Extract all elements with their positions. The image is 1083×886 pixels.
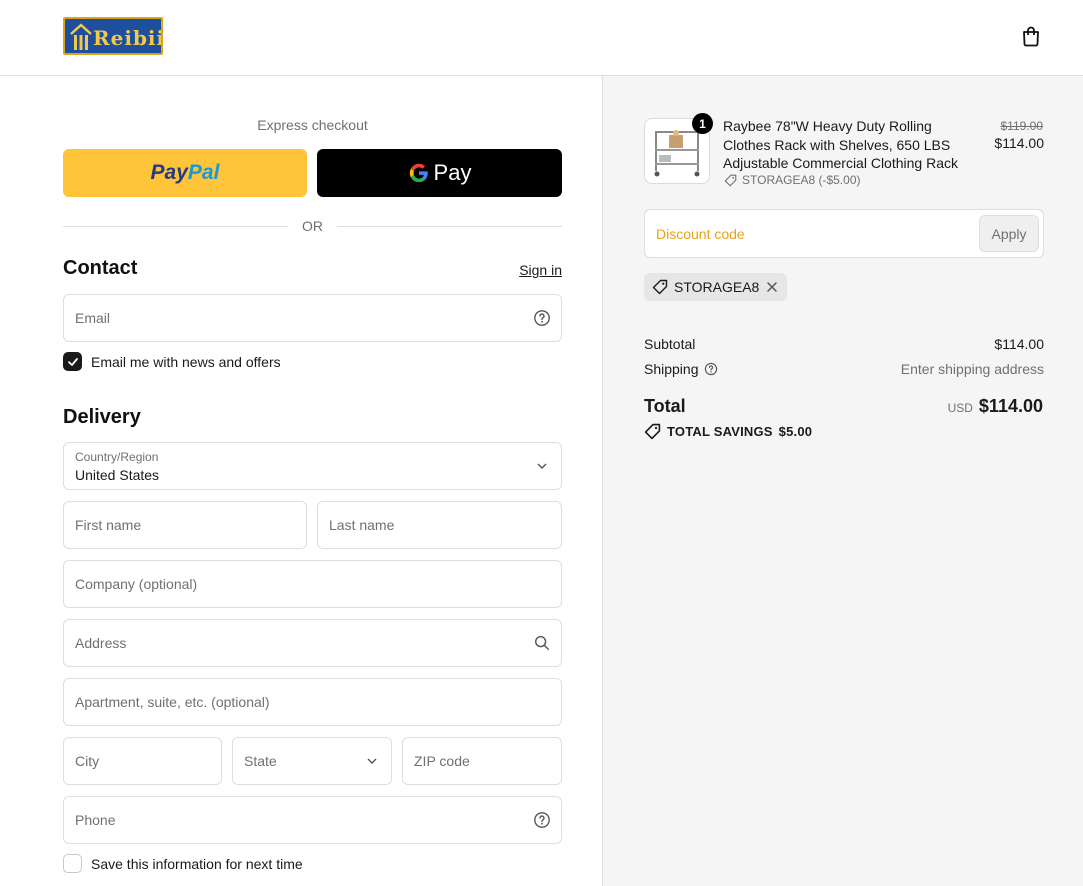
tag-icon: [652, 279, 668, 295]
first-name-input[interactable]: [64, 502, 306, 548]
total-amount: $114.00: [978, 396, 1043, 416]
applied-code-text: STORAGEA8: [674, 279, 760, 295]
paypal-button[interactable]: Pay Pal: [63, 149, 307, 197]
shipping-row: Shipping Enter shipping address: [644, 361, 1044, 377]
help-circle-icon[interactable]: [533, 811, 551, 829]
help-circle-icon[interactable]: [704, 362, 718, 376]
shipping-label: Shipping: [644, 361, 699, 377]
email-input[interactable]: [64, 295, 561, 341]
paypal-text-part1: Pay: [150, 161, 188, 184]
contact-heading: Contact: [63, 257, 138, 279]
sign-in-link[interactable]: Sign in: [500, 262, 562, 278]
cart-button[interactable]: [1019, 24, 1043, 48]
currency-code: USD: [947, 401, 973, 415]
state-label: State: [244, 753, 277, 769]
chevron-down-icon: [537, 463, 547, 469]
product-discount: STORAGEA8 (-$5.00): [724, 173, 861, 187]
phone-field[interactable]: [63, 796, 562, 844]
tag-icon: [724, 174, 737, 186]
product-discount-text: STORAGEA8 (-$5.00): [742, 173, 861, 187]
divider-line: [337, 226, 562, 227]
checkout-form: Express checkout Pay Pal Pay OR Contact S…: [0, 76, 602, 886]
last-name-field[interactable]: [317, 501, 562, 549]
address-input[interactable]: [64, 620, 561, 666]
apartment-input[interactable]: [64, 679, 561, 725]
first-name-field[interactable]: [63, 501, 307, 549]
address-field[interactable]: [63, 619, 562, 667]
or-divider: OR: [63, 218, 562, 234]
apartment-field[interactable]: [63, 678, 562, 726]
city-input[interactable]: [64, 738, 221, 784]
applied-code-chip: STORAGEA8: [644, 273, 788, 301]
chevron-down-icon: [367, 758, 377, 764]
zip-code-field[interactable]: [402, 737, 562, 785]
help-circle-icon[interactable]: [533, 309, 551, 327]
country-value: United States: [75, 467, 160, 483]
house-logo-icon: [70, 23, 92, 50]
express-checkout-label: Express checkout: [257, 117, 368, 133]
savings-value: $5.00: [778, 424, 813, 439]
delivery-heading: Delivery: [63, 406, 141, 428]
google-pay-button[interactable]: Pay: [317, 149, 562, 197]
savings-label: TOTAL SAVINGS: [667, 424, 773, 439]
company-input[interactable]: [64, 561, 561, 607]
close-icon[interactable]: [765, 280, 779, 294]
save-info-label: Save this information for next time: [91, 855, 303, 872]
header: Reibii: [0, 0, 1083, 76]
paypal-text-part2: Pal: [187, 161, 220, 184]
newsletter-checkbox-row[interactable]: Email me with news and offers: [63, 352, 281, 371]
newsletter-checkbox[interactable]: [63, 352, 82, 371]
zip-code-input[interactable]: [403, 738, 561, 784]
product-title: Raybee 78"W Heavy Duty Rolling Clothes R…: [723, 118, 958, 171]
subtotal-value: $114.00: [994, 336, 1044, 352]
total-label: Total: [644, 396, 686, 416]
subtotal-label: Subtotal: [644, 336, 696, 352]
order-summary: 1 Raybee 78"W Heavy Duty Rolling Clothes…: [602, 76, 1083, 886]
shipping-value: Enter shipping address: [900, 361, 1044, 377]
discount-code-field[interactable]: Apply: [644, 209, 1044, 258]
phone-input[interactable]: [64, 797, 561, 843]
newsletter-label: Email me with news and offers: [91, 353, 281, 370]
apply-button[interactable]: Apply: [979, 215, 1039, 252]
shopping-bag-icon: [1023, 26, 1039, 47]
search-icon: [534, 635, 550, 651]
total-savings: TOTAL SAVINGS $5.00: [644, 423, 812, 440]
original-price: $119.00: [1000, 119, 1044, 133]
google-pay-label: Pay: [433, 160, 472, 185]
quantity-badge: 1: [692, 113, 713, 134]
subtotal-row: Subtotal $114.00: [644, 336, 1044, 352]
country-label: Country/Region: [75, 450, 159, 464]
city-field[interactable]: [63, 737, 222, 785]
country-select[interactable]: Country/Region United States: [63, 442, 562, 490]
state-select[interactable]: State: [232, 737, 392, 785]
company-field[interactable]: [63, 560, 562, 608]
tag-icon: [644, 423, 661, 440]
last-name-input[interactable]: [318, 502, 561, 548]
email-field[interactable]: [63, 294, 562, 342]
save-info-checkbox-row[interactable]: Save this information for next time: [63, 854, 303, 873]
save-info-checkbox[interactable]: [63, 854, 82, 873]
product-price: $114.00: [994, 135, 1044, 151]
google-g-icon: [409, 163, 428, 183]
store-logo[interactable]: Reibii: [63, 17, 163, 55]
checkmark-icon: [67, 357, 78, 366]
total-value: USD $114.00: [948, 396, 1043, 417]
discount-code-input[interactable]: [645, 210, 975, 257]
logo-text: Reibii: [93, 26, 163, 50]
